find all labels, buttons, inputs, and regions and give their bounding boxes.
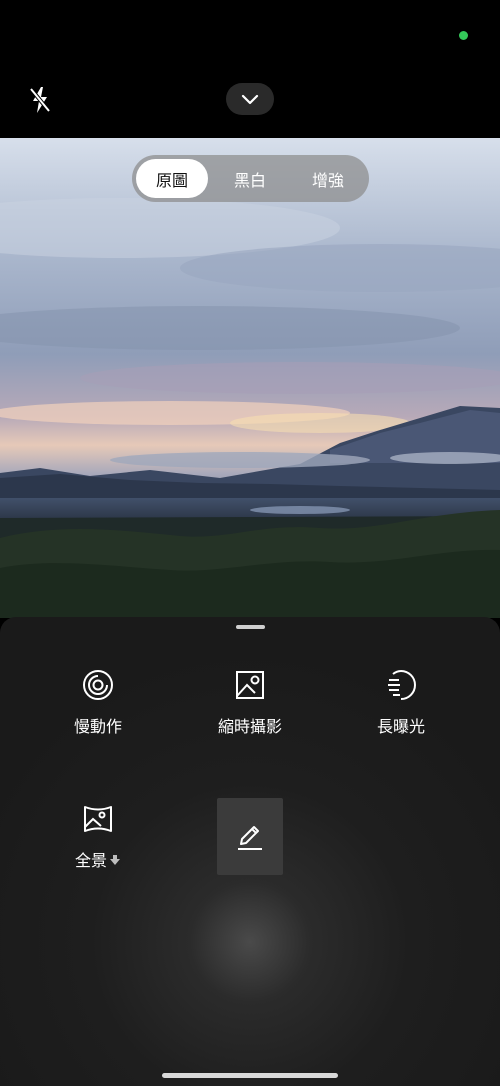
chevron-down-icon <box>241 94 259 105</box>
sheet-grabber[interactable] <box>236 625 265 629</box>
download-arrow-icon <box>109 851 121 870</box>
timelapse-label: 縮時攝影 <box>217 717 282 736</box>
edit-modes-button[interactable] <box>217 798 283 875</box>
camera-viewfinder[interactable] <box>0 138 500 618</box>
mode-sheet: 慢動作 縮時攝影 長曝光 全景 <box>0 617 500 1086</box>
filter-enhance[interactable]: 增強 <box>292 159 364 198</box>
expand-controls-button[interactable] <box>226 83 274 115</box>
panorama-label-row: 全景 <box>75 847 121 871</box>
filter-black-white[interactable]: 黑白 <box>214 159 286 198</box>
panorama-icon <box>80 801 116 837</box>
flash-off-icon[interactable] <box>26 84 54 116</box>
long-exposure-icon <box>383 667 419 703</box>
camera-in-use-indicator <box>459 31 468 40</box>
timelapse-icon <box>232 667 268 703</box>
panorama-label: 全景 <box>74 851 107 870</box>
filter-selector: 原圖 黑白 增強 <box>132 155 369 202</box>
mode-panorama[interactable]: 全景 <box>38 801 158 871</box>
mode-timelapse[interactable]: 縮時攝影 <box>190 667 310 737</box>
home-indicator[interactable] <box>162 1073 338 1078</box>
filter-original[interactable]: 原圖 <box>136 159 208 198</box>
pencil-edit-icon <box>238 825 262 850</box>
mode-long-exposure[interactable]: 長曝光 <box>341 667 461 737</box>
slow-motion-label: 慢動作 <box>73 717 122 736</box>
mode-slow-motion[interactable]: 慢動作 <box>38 667 158 737</box>
top-bar <box>0 0 500 138</box>
long-exposure-label: 長曝光 <box>376 717 425 736</box>
slow-motion-icon <box>80 667 116 703</box>
